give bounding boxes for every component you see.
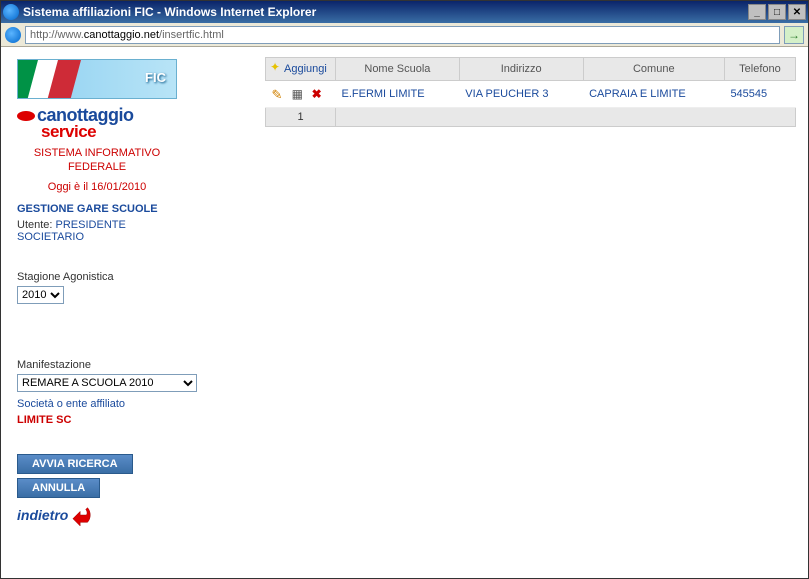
- manifestazione-label: Manifestazione: [17, 359, 251, 371]
- close-button[interactable]: ✕: [788, 4, 806, 20]
- cell-indirizzo[interactable]: VIA PEUCHER 3: [459, 81, 583, 108]
- indietro-label: indietro: [17, 507, 68, 523]
- brand-service: service: [41, 122, 251, 142]
- schools-table: Aggiungi Nome Scuola Indirizzo Comune Te…: [265, 57, 796, 127]
- date-line: Oggi è il 16/01/2010: [17, 181, 177, 193]
- col-indirizzo: Indirizzo: [459, 58, 583, 81]
- url-input[interactable]: http://www.canottaggio.net/insertfic.htm…: [25, 26, 780, 44]
- aggiungi-link[interactable]: Aggiungi: [284, 63, 327, 75]
- url-domain: canottaggio.net: [84, 29, 159, 41]
- delete-icon[interactable]: [312, 87, 326, 101]
- url-prefix: http://www.: [30, 29, 84, 41]
- table-row: E.FERMI LIMITE VIA PEUCHER 3 CAPRAIA E L…: [266, 81, 796, 108]
- societa-value: LIMITE SC: [17, 414, 251, 426]
- col-nome: Nome Scuola: [336, 58, 460, 81]
- pager-page[interactable]: 1: [266, 108, 336, 127]
- sidebar: FIC canottaggio service SISTEMA INFORMAT…: [1, 47, 261, 578]
- fic-logo: FIC: [17, 59, 177, 99]
- minimize-button[interactable]: _: [748, 4, 766, 20]
- brand-logo: canottaggio service: [17, 105, 251, 142]
- go-button[interactable]: [784, 26, 804, 44]
- add-icon[interactable]: [270, 62, 284, 76]
- edit-icon[interactable]: [272, 87, 286, 101]
- ie-icon: [5, 27, 21, 43]
- back-arrow-icon: [70, 504, 94, 526]
- cell-nome[interactable]: E.FERMI LIMITE: [336, 81, 460, 108]
- col-telefono: Telefono: [724, 58, 795, 81]
- avvia-ricerca-button[interactable]: AVVIA RICERCA: [17, 454, 133, 474]
- ie-icon: [3, 4, 19, 20]
- address-bar: http://www.canottaggio.net/insertfic.htm…: [1, 23, 808, 47]
- maximize-button[interactable]: □: [768, 4, 786, 20]
- pager-row: 1: [266, 108, 796, 127]
- main-content: Aggiungi Nome Scuola Indirizzo Comune Te…: [261, 47, 808, 578]
- manifestazione-select[interactable]: REMARE A SCUOLA 2010: [17, 374, 197, 392]
- detail-icon[interactable]: [292, 87, 306, 101]
- stagione-select[interactable]: 2010: [17, 286, 64, 304]
- cell-comune[interactable]: CAPRAIA E LIMITE: [583, 81, 724, 108]
- utente-label: Utente: PRESIDENTE SOCIETARIO: [17, 219, 251, 243]
- gestione-gare-link[interactable]: GESTIONE GARE SCUOLE: [17, 203, 251, 215]
- window-titlebar: Sistema affiliazioni FIC - Windows Inter…: [1, 1, 808, 23]
- annulla-button[interactable]: ANNULLA: [17, 478, 100, 498]
- fic-text: FIC: [145, 70, 166, 85]
- societa-label: Società o ente affiliato: [17, 398, 251, 410]
- indietro-button[interactable]: indietro: [17, 504, 251, 526]
- aggiungi-header: Aggiungi: [266, 58, 336, 81]
- stagione-label: Stagione Agonistica: [17, 271, 251, 283]
- cell-telefono[interactable]: 545545: [724, 81, 795, 108]
- system-label: SISTEMA INFORMATIVO FEDERALE: [17, 146, 177, 175]
- url-path: /insertfic.html: [159, 29, 224, 41]
- col-comune: Comune: [583, 58, 724, 81]
- window-title: Sistema affiliazioni FIC - Windows Inter…: [23, 5, 316, 19]
